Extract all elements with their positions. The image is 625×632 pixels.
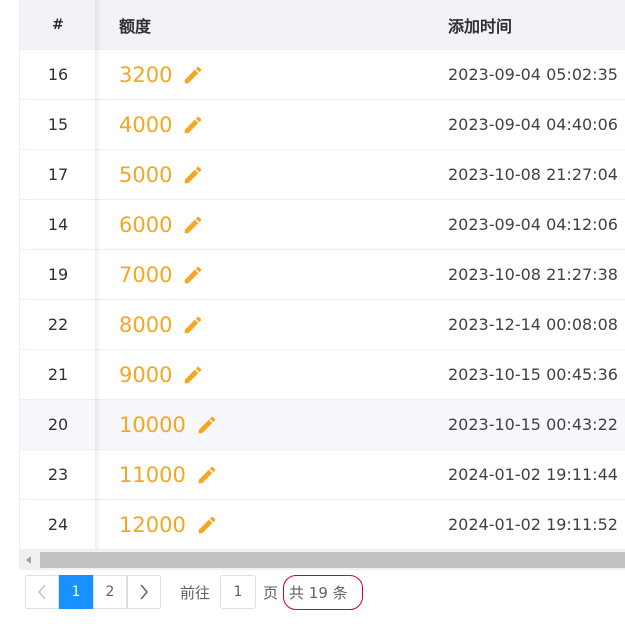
table-row: 14 6000 2023-09-04 04:12:06 <box>20 200 625 250</box>
row-amount: 12000 <box>119 512 186 537</box>
row-index: 21 <box>47 365 69 384</box>
row-time: 2023-10-08 21:27:04 <box>448 165 618 184</box>
table-row: 20 10000 2023-10-15 00:43:22 <box>20 400 625 450</box>
row-index: 16 <box>47 65 69 84</box>
total-count: 共 19 条 <box>289 583 348 602</box>
pencil-icon[interactable] <box>182 214 204 236</box>
table-row: 24 12000 2024-01-02 19:11:52 <box>20 500 625 550</box>
header-amount: 额度 <box>119 16 152 36</box>
page-label: 页 <box>263 583 279 602</box>
pencil-icon[interactable] <box>182 364 204 386</box>
chevron-right-icon <box>140 584 148 600</box>
row-index: 17 <box>47 165 69 184</box>
table-row: 21 9000 2023-10-15 00:45:36 <box>20 350 625 400</box>
table-row: 22 8000 2023-12-14 00:08:08 <box>20 300 625 350</box>
row-amount-cell: 3200 <box>96 50 426 99</box>
row-index: 15 <box>47 115 69 134</box>
pencil-icon[interactable] <box>196 464 218 486</box>
pencil-icon[interactable] <box>182 114 204 136</box>
table-body: 16 3200 2023-09-04 05:02:35 15 4000 2023-09-0… <box>20 50 625 550</box>
goto-label: 前往 <box>180 583 211 602</box>
row-amount-cell: 6000 <box>96 200 426 249</box>
row-amount: 11000 <box>119 462 186 487</box>
row-amount: 10000 <box>119 412 186 437</box>
row-amount: 7000 <box>119 262 173 287</box>
table-row: 19 7000 2023-10-08 21:27:38 <box>20 250 625 300</box>
row-index: 19 <box>47 265 69 284</box>
row-amount: 9000 <box>119 362 173 387</box>
pencil-icon[interactable] <box>182 314 204 336</box>
pencil-icon[interactable] <box>182 164 204 186</box>
row-time: 2024-01-02 19:11:44 <box>448 465 618 484</box>
pagination: 1 2 前往 1 页 共 19 条 <box>25 574 363 610</box>
pencil-icon[interactable] <box>196 414 218 436</box>
pencil-icon[interactable] <box>182 64 204 86</box>
quota-page: # 额度 添加时间 16 3200 2023-09-04 05:02:35 15 400… <box>0 0 625 632</box>
row-amount: 5000 <box>119 162 173 187</box>
header-index: # <box>52 16 64 33</box>
row-amount-cell: 10000 <box>96 400 426 449</box>
row-amount-cell: 12000 <box>96 500 426 549</box>
row-index: 22 <box>47 315 69 334</box>
total-count-highlight: 共 19 条 <box>283 574 363 610</box>
row-time: 2023-10-15 00:43:22 <box>448 415 618 434</box>
pencil-icon[interactable] <box>182 264 204 286</box>
table-row: 16 3200 2023-09-04 05:02:35 <box>20 50 625 100</box>
page-button-1[interactable]: 1 <box>59 575 93 609</box>
chevron-left-icon <box>38 584 46 600</box>
scrollbar-thumb[interactable] <box>40 552 625 568</box>
table-row: 17 5000 2023-10-08 21:27:04 <box>20 150 625 200</box>
row-amount-cell: 11000 <box>96 450 426 499</box>
header-time: 添加时间 <box>448 16 513 36</box>
row-amount-cell: 8000 <box>96 300 426 349</box>
goto-page-input[interactable]: 1 <box>220 575 257 609</box>
pencil-icon[interactable] <box>196 514 218 536</box>
row-time: 2024-01-02 19:11:52 <box>448 515 618 534</box>
row-index: 23 <box>47 465 69 484</box>
row-amount: 3200 <box>119 62 173 87</box>
table-header: # 额度 添加时间 <box>20 0 625 50</box>
row-amount-cell: 9000 <box>96 350 426 399</box>
prev-page-button[interactable] <box>25 575 59 609</box>
row-time: 2023-12-14 00:08:08 <box>448 315 618 334</box>
row-index: 20 <box>47 415 69 434</box>
next-page-button[interactable] <box>127 575 161 609</box>
row-time: 2023-10-08 21:27:38 <box>448 265 618 284</box>
row-time: 2023-09-04 04:40:06 <box>448 115 618 134</box>
row-amount: 6000 <box>119 212 173 237</box>
row-time: 2023-09-04 04:12:06 <box>448 215 618 234</box>
row-amount: 8000 <box>119 312 173 337</box>
scroll-left-arrow-icon[interactable] <box>19 550 39 570</box>
row-time: 2023-09-04 05:02:35 <box>448 65 618 84</box>
row-index: 14 <box>47 215 69 234</box>
row-amount-cell: 4000 <box>96 100 426 149</box>
table-row: 23 11000 2024-01-02 19:11:44 <box>20 450 625 500</box>
page-button-2[interactable]: 2 <box>93 575 127 609</box>
row-time: 2023-10-15 00:45:36 <box>448 365 618 384</box>
quota-table: # 额度 添加时间 16 3200 2023-09-04 05:02:35 15 400… <box>19 0 625 570</box>
row-amount: 4000 <box>119 112 173 137</box>
table-row: 15 4000 2023-09-04 04:40:06 <box>20 100 625 150</box>
row-amount-cell: 5000 <box>96 150 426 199</box>
horizontal-scrollbar[interactable] <box>19 550 625 570</box>
row-amount-cell: 7000 <box>96 250 426 299</box>
row-index: 24 <box>47 515 69 534</box>
